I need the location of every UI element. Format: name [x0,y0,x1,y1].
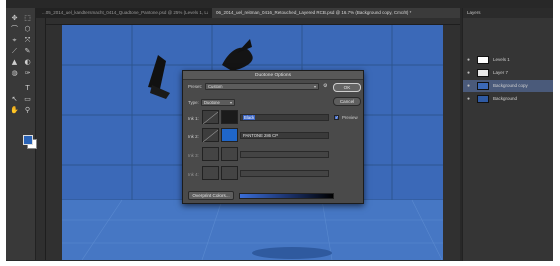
layer-thumbnail [477,69,489,77]
ink-4-label: Ink 4: [188,172,199,177]
foreground-color-swatch[interactable] [23,135,33,145]
chevron-down-icon: ▾ [229,100,232,105]
layer-thumbnail [477,82,489,90]
document-tab-1[interactable]: ...05_2014_uel_kandtersmacht_0414_Quadto… [38,8,208,18]
layer-row[interactable]: ● Background copy [463,80,554,92]
type-select[interactable]: Duotone ▾ [201,99,235,106]
preview-label: Preview [342,115,358,120]
gradient-tool-icon[interactable]: ✑ [23,69,32,77]
eye-icon[interactable]: ● [467,93,473,105]
preset-select[interactable]: Custom ▾ [205,83,319,90]
ink-4-swatch [221,166,238,180]
layer-name: Background copy [493,83,528,88]
zoom-tool-icon[interactable]: ⚲ [23,106,32,114]
ink-2-swatch[interactable] [221,128,238,142]
document-tab-bar: ...05_2014_uel_kandtersmacht_0414_Quadto… [36,8,460,18]
layer-name: Layer 7 [493,70,509,75]
eye-icon[interactable]: ● [467,67,473,79]
ink-3-curve [202,147,219,161]
curve-line [202,129,219,143]
eyedropper-tool-icon[interactable]: ⤧ [23,36,32,44]
chevron-down-icon: ▾ [313,84,316,89]
overprint-colors-button[interactable]: Overprint Colors... [188,191,234,200]
preset-label: Preset: [188,84,202,89]
horizontal-ruler [46,18,460,25]
history-brush-icon[interactable]: ◐ [23,58,32,66]
ink-4-curve [202,166,219,180]
lasso-tool-icon[interactable]: ⬡ [23,25,32,33]
layer-name: Levels 1 [493,57,510,62]
duotone-gradient-ramp [239,193,334,199]
ok-button[interactable]: OK [333,83,361,92]
stamp-tool-icon[interactable]: ▲ [10,58,19,66]
ink-1-curve[interactable] [202,110,219,125]
eraser-tool-icon[interactable]: ◍ [10,69,19,77]
ink-1-swatch[interactable] [221,110,238,124]
type-label: Type: [188,100,199,105]
layer-thumbnail [477,56,489,64]
eye-icon[interactable]: ● [467,54,473,66]
move-tool-icon[interactable]: ✥ [10,14,19,22]
ink-2-label: Ink 2: [188,134,199,139]
cancel-button[interactable]: Cancel [333,97,361,106]
eye-icon[interactable]: ● [467,80,473,92]
marquee-tool-icon[interactable]: ⌒ [10,25,19,33]
ink-3-swatch [221,147,238,161]
type-value: Duotone [204,100,220,105]
brush-tool-icon[interactable]: ✎ [23,47,32,55]
dialog-title: Duotone Options [183,71,363,80]
crop-tool-icon[interactable]: ⌖ [10,36,19,44]
layer-row[interactable]: ● Background [463,93,554,105]
ink-1-name: Black [243,115,256,120]
ink-3-label: Ink 3: [188,153,199,158]
artboard-tool-icon[interactable]: ⬚ [23,14,32,22]
layer-thumbnail [477,95,489,103]
preview-checkbox[interactable]: ✓ [334,115,339,120]
layers-panel-title[interactable]: Layers [463,8,554,18]
document-tab-2[interactable]: 06_2014_uel_reitman_0416_Retouched_Layer… [212,8,460,18]
photoshop-window: ...05_2014_uel_kandtersmacht_0414_Quadto… [0,0,560,266]
type-tool-icon[interactable]: T [23,84,32,92]
healing-tool-icon[interactable]: ⟋ [10,47,19,55]
path-selection-icon[interactable]: ↖ [10,95,19,103]
shape-tool-icon[interactable]: ▭ [23,95,32,103]
ink-3-name-field [240,151,329,158]
preset-options-icon[interactable]: ⚙ [323,83,327,89]
layer-name: Background [493,96,518,101]
duotone-options-dialog: Duotone Options Preset: Custom ▾ ⚙ OK Ca… [182,70,364,204]
ink-1-label: Ink 1: [188,116,199,121]
preset-value: Custom [208,84,223,89]
tools-panel: ✥ ⬚ ⌒ ⬡ ⌖ ⤧ ⟋ ✎ ▲ ◐ ◍ ✑ T ↖ ▭ ✋ ⚲ [6,8,37,260]
vertical-ruler [36,18,46,260]
ink-2-curve[interactable] [202,128,219,143]
ink-1-name-field[interactable]: Black [240,114,329,121]
layer-row[interactable]: ● Layer 7 [463,67,554,79]
curve-line [202,111,219,125]
layer-row[interactable]: ● Levels 1 [463,54,554,66]
hand-tool-icon[interactable]: ✋ [10,106,19,114]
left-margin [0,0,6,266]
layers-panel: Layers ● Levels 1 ● Layer 7 ● Background… [462,8,554,261]
bottom-margin [0,261,560,266]
ink-2-name-field[interactable]: PANTONE 286 CP [240,132,329,139]
ink-4-name-field [240,170,329,177]
right-margin [553,0,560,266]
